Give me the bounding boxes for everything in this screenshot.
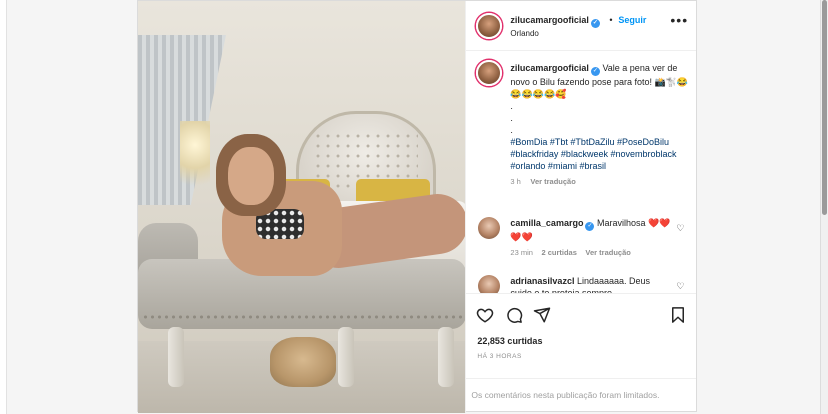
caption-dot: . bbox=[510, 125, 513, 135]
page-scrollbar[interactable] bbox=[820, 0, 828, 414]
browser-page: zilucamargooficial ✓ • Seguir Orlando •••… bbox=[0, 0, 828, 414]
post-actions: 22,853 curtidas HÁ 3 HORAS bbox=[466, 293, 697, 378]
caption-time[interactable]: 3 h bbox=[510, 177, 520, 186]
comments-limited-notice: Os comentários nesta publicação foram li… bbox=[471, 390, 660, 400]
photo-dog bbox=[270, 337, 336, 387]
comment-like-heart-icon[interactable]: ♡ bbox=[676, 223, 684, 234]
photo-bench-trim bbox=[142, 313, 462, 321]
comment-username[interactable]: camilla_camargo bbox=[510, 218, 583, 228]
header-separator: • bbox=[609, 15, 613, 25]
comments-list[interactable]: zilucamargooficial ✓ Vale a pena ver de n… bbox=[466, 51, 696, 293]
post-timestamp[interactable]: HÁ 3 HORAS bbox=[477, 353, 521, 360]
commenter-avatar[interactable] bbox=[478, 275, 501, 293]
verified-badge-icon: ✓ bbox=[590, 67, 600, 76]
caption-dot: . bbox=[510, 113, 513, 123]
caption-username[interactable]: zilucamargooficial bbox=[510, 63, 589, 73]
likes-count[interactable]: 22,853 curtidas bbox=[477, 336, 542, 346]
caption-dot: . bbox=[510, 101, 513, 111]
verified-badge-icon: ✓ bbox=[585, 222, 595, 231]
commenter-avatar[interactable] bbox=[478, 217, 501, 239]
comment-translate-link[interactable]: Ver tradução bbox=[585, 248, 630, 257]
caption-hashtags[interactable]: #BomDia #Tbt #TbtDaZilu #PoseDoBilu #bla… bbox=[510, 136, 690, 172]
post-location[interactable]: Orlando bbox=[510, 29, 538, 38]
post-photo[interactable] bbox=[138, 1, 466, 413]
comment-username[interactable]: adrianasilvazcl bbox=[510, 276, 574, 286]
comment-like-heart-icon[interactable]: ♡ bbox=[676, 281, 684, 292]
caption-avatar[interactable] bbox=[476, 60, 503, 86]
share-icon[interactable] bbox=[533, 306, 551, 324]
photo-lamp bbox=[180, 121, 210, 201]
page-left-edge bbox=[0, 0, 7, 414]
author-username[interactable]: zilucamargooficial ✓ bbox=[510, 15, 600, 28]
post-header: zilucamargooficial ✓ • Seguir Orlando ••• bbox=[466, 1, 697, 51]
comment-time[interactable]: 23 min bbox=[510, 248, 533, 257]
more-options-icon[interactable]: ••• bbox=[670, 12, 688, 28]
author-avatar[interactable] bbox=[476, 13, 503, 39]
post-side-panel: zilucamargooficial ✓ • Seguir Orlando •••… bbox=[465, 1, 697, 413]
comment-likes[interactable]: 2 curtidas bbox=[541, 248, 576, 257]
comment-icon[interactable] bbox=[505, 306, 523, 324]
photo-bench-leg bbox=[338, 327, 354, 387]
comment-body: adrianasilvazcl Lindaaaaaa. Deus cuide e… bbox=[510, 275, 670, 293]
translate-link[interactable]: Ver tradução bbox=[530, 177, 575, 186]
bookmark-icon[interactable] bbox=[669, 306, 687, 324]
post-caption: zilucamargooficial ✓ Vale a pena ver de n… bbox=[510, 62, 690, 188]
scrollbar-thumb[interactable] bbox=[822, 0, 827, 215]
photo-bench-leg bbox=[168, 327, 184, 387]
heart-icon[interactable] bbox=[476, 306, 494, 324]
comments-footer: Os comentários nesta publicação foram li… bbox=[466, 378, 697, 413]
photo-bench-leg bbox=[438, 327, 454, 387]
photo-person-face bbox=[228, 147, 274, 205]
comment-body: camilla_camargo ✓ Maravilhosa ❤️❤️❤️❤️ 23… bbox=[510, 217, 670, 259]
instagram-post-modal: zilucamargooficial ✓ • Seguir Orlando •••… bbox=[137, 0, 697, 413]
verified-badge-icon: ✓ bbox=[590, 19, 600, 28]
follow-button[interactable]: Seguir bbox=[618, 15, 646, 25]
